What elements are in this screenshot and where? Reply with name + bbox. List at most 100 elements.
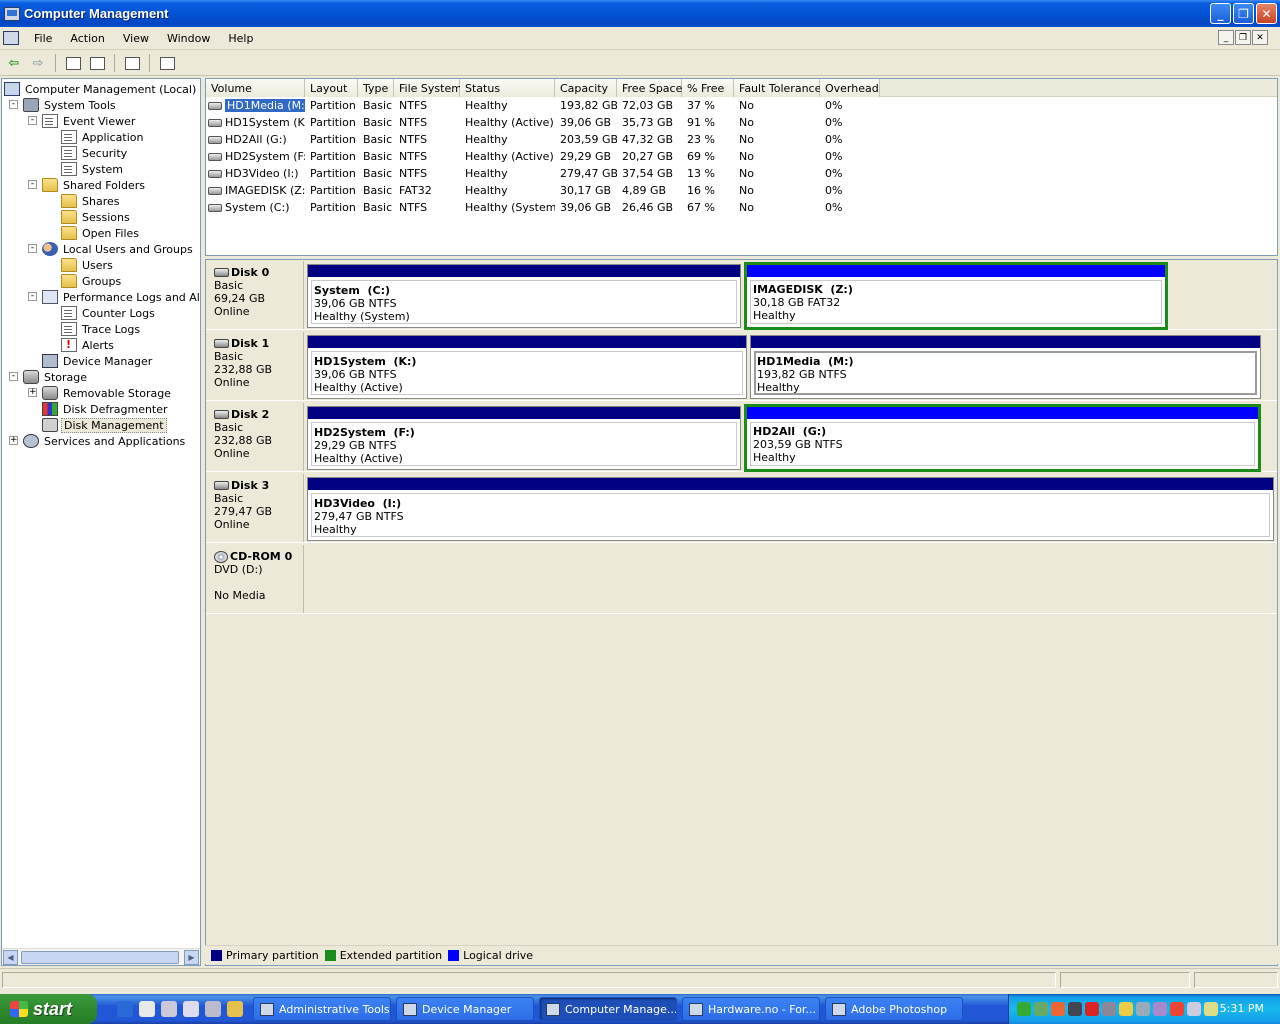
tree-item[interactable]: Groups bbox=[61, 273, 123, 289]
tree-item[interactable]: + Removable Storage bbox=[28, 385, 173, 401]
expand-icon[interactable]: + bbox=[9, 436, 18, 445]
menu-file[interactable]: File bbox=[25, 30, 61, 47]
disk-label[interactable]: Disk 2 Basic 232,88 GB Online bbox=[207, 403, 304, 471]
up-one-level-icon[interactable] bbox=[63, 53, 83, 73]
tree-item[interactable]: Trace Logs bbox=[61, 321, 142, 337]
taskbar-button[interactable]: Hardware.no - For... bbox=[682, 997, 820, 1021]
utility-icon[interactable] bbox=[227, 1001, 243, 1017]
column-header[interactable]: Overhead bbox=[820, 79, 880, 97]
network-icon[interactable] bbox=[1034, 1002, 1048, 1016]
tree-item[interactable]: Disk Defragmenter bbox=[42, 401, 170, 417]
table-row[interactable]: HD2All (G:) Partition Basic NTFS Healthy 203,… bbox=[206, 131, 1277, 148]
menu-action[interactable]: Action bbox=[61, 30, 113, 47]
collapse-icon[interactable]: - bbox=[28, 116, 37, 125]
volume-icon[interactable] bbox=[1187, 1002, 1201, 1016]
partition-block[interactable]: HD3Video (I:) 279,47 GB NTFS Healthy bbox=[307, 477, 1274, 541]
disk-label[interactable]: Disk 0 Basic 69,24 GB Online bbox=[207, 261, 304, 329]
antivirus-icon[interactable] bbox=[1017, 1002, 1031, 1016]
partition-block[interactable]: HD1System (K:) 39,06 GB NTFS Healthy (Acti… bbox=[307, 335, 747, 399]
connection-icon[interactable] bbox=[1102, 1002, 1116, 1016]
restore-button[interactable]: ❐ bbox=[1233, 3, 1254, 24]
tree-item[interactable]: - System Tools bbox=[9, 97, 118, 113]
expand-icon[interactable]: + bbox=[28, 388, 37, 397]
partition-block[interactable]: HD1Media (M:) 193,82 GB NTFS Healthy bbox=[750, 335, 1261, 399]
column-header[interactable]: Status bbox=[460, 79, 555, 97]
tree-item[interactable]: System bbox=[61, 161, 125, 177]
tree-item[interactable]: Open Files bbox=[61, 225, 141, 241]
collapse-icon[interactable]: - bbox=[9, 372, 18, 381]
tools-tray-icon[interactable] bbox=[1119, 1002, 1133, 1016]
disk-label[interactable]: CD-ROM 0 DVD (D:) No Media bbox=[207, 545, 304, 613]
taskbar-button[interactable]: Computer Manage... bbox=[539, 997, 677, 1021]
taskbar-button[interactable]: Administrative Tools bbox=[253, 997, 391, 1021]
device-tray-icon[interactable] bbox=[1136, 1002, 1150, 1016]
column-header[interactable]: File System bbox=[394, 79, 462, 97]
tree-horizontal-scrollbar[interactable]: ◀ ▶ bbox=[2, 948, 200, 965]
tree-item[interactable]: Device Manager bbox=[42, 353, 154, 369]
back-arrow-icon[interactable]: ⇦ bbox=[4, 53, 24, 73]
message-icon[interactable] bbox=[1204, 1002, 1218, 1016]
tree-item[interactable]: - Storage bbox=[9, 369, 89, 385]
volume-list[interactable]: Volume Layout Type File System Status Capacit… bbox=[205, 78, 1278, 256]
tree-item[interactable]: - Local Users and Groups bbox=[28, 241, 195, 257]
firefox-icon[interactable] bbox=[139, 1001, 155, 1017]
security-icon[interactable] bbox=[1085, 1002, 1099, 1016]
menu-help[interactable]: Help bbox=[219, 30, 262, 47]
opera-icon[interactable] bbox=[1051, 1002, 1065, 1016]
forward-arrow-icon[interactable]: ⇨ bbox=[28, 53, 48, 73]
partition-block[interactable]: HD2All (G:) 203,59 GB NTFS Healthy bbox=[744, 404, 1261, 472]
close-button[interactable]: ✕ bbox=[1256, 3, 1277, 24]
disk-label[interactable]: Disk 1 Basic 232,88 GB Online bbox=[207, 332, 304, 400]
tree-item[interactable]: Security bbox=[61, 145, 129, 161]
partition-block[interactable]: HD2System (F:) 29,29 GB NTFS Healthy (Acti… bbox=[307, 406, 741, 470]
column-header[interactable]: Fault Tolerance bbox=[734, 79, 821, 97]
app-launch-icon[interactable] bbox=[205, 1001, 221, 1017]
tree-item[interactable]: Application bbox=[61, 129, 145, 145]
tree-item[interactable]: - Performance Logs and Alerts bbox=[28, 289, 200, 305]
monitor-icon[interactable] bbox=[1068, 1002, 1082, 1016]
collapse-icon[interactable]: - bbox=[28, 292, 37, 301]
table-row[interactable]: HD2System (F:) Partition Basic NTFS Healthy … bbox=[206, 148, 1277, 165]
tree-item[interactable]: Counter Logs bbox=[61, 305, 157, 321]
tree-item[interactable]: Computer Management (Local) bbox=[4, 81, 198, 97]
menu-view[interactable]: View bbox=[114, 30, 158, 47]
table-row[interactable]: IMAGEDISK (Z:) Partition Basic FAT32 Healthy… bbox=[206, 182, 1277, 199]
tree-item[interactable]: + Services and Applications bbox=[9, 433, 187, 449]
help-icon[interactable] bbox=[157, 53, 177, 73]
tree-item[interactable]: Users bbox=[61, 257, 115, 273]
taskbar-button[interactable]: Device Manager bbox=[396, 997, 534, 1021]
partition-block[interactable]: System (C:) 39,06 GB NTFS Healthy (System) bbox=[307, 264, 741, 328]
collapse-icon[interactable]: - bbox=[9, 100, 18, 109]
taskbar-button[interactable]: Adobe Photoshop bbox=[825, 997, 963, 1021]
tree-item[interactable]: Disk Management bbox=[42, 417, 167, 433]
column-header[interactable]: Layout bbox=[305, 79, 358, 97]
table-row[interactable]: HD1System (K:) Partition Basic NTFS Healthy … bbox=[206, 114, 1277, 131]
console-tree[interactable]: ◀ ▶ Computer Management (Local) - System T… bbox=[1, 78, 201, 966]
tree-item[interactable]: Sessions bbox=[61, 209, 132, 225]
menu-window[interactable]: Window bbox=[158, 30, 219, 47]
table-row[interactable]: HD3Video (I:) Partition Basic NTFS Healthy 27… bbox=[206, 165, 1277, 182]
disk-graphical-view[interactable]: Disk 0 Basic 69,24 GB Online System (C:) 39,0… bbox=[205, 259, 1278, 966]
column-header[interactable]: % Free bbox=[682, 79, 734, 97]
scroll-left-icon[interactable]: ◀ bbox=[3, 950, 18, 965]
system-menu-icon[interactable] bbox=[3, 31, 19, 45]
media-player-icon[interactable] bbox=[183, 1001, 199, 1017]
show-hide-tree-icon[interactable] bbox=[87, 53, 107, 73]
minimize-button[interactable]: _ bbox=[1210, 3, 1231, 24]
collapse-icon[interactable]: - bbox=[28, 244, 37, 253]
disk-label[interactable]: Disk 3 Basic 279,47 GB Online bbox=[207, 474, 304, 542]
collapse-icon[interactable]: - bbox=[28, 180, 37, 189]
tree-item[interactable]: Alerts bbox=[61, 337, 116, 353]
column-header[interactable]: Type bbox=[358, 79, 394, 97]
column-header[interactable]: Capacity bbox=[555, 79, 617, 97]
scroll-right-icon[interactable]: ▶ bbox=[184, 950, 199, 965]
bluetooth-icon[interactable] bbox=[1153, 1002, 1167, 1016]
partition-block[interactable]: IMAGEDISK (Z:) 30,18 GB FAT32 Healthy bbox=[744, 262, 1168, 330]
column-header[interactable]: Volume bbox=[206, 79, 305, 97]
child-close-button[interactable]: ✕ bbox=[1252, 30, 1268, 45]
child-minimize-button[interactable]: _ bbox=[1218, 30, 1234, 45]
child-restore-button[interactable]: ❐ bbox=[1235, 30, 1251, 45]
properties-icon[interactable] bbox=[122, 53, 142, 73]
tree-item[interactable]: - Event Viewer bbox=[28, 113, 137, 129]
column-header[interactable]: Free Space bbox=[617, 79, 682, 97]
